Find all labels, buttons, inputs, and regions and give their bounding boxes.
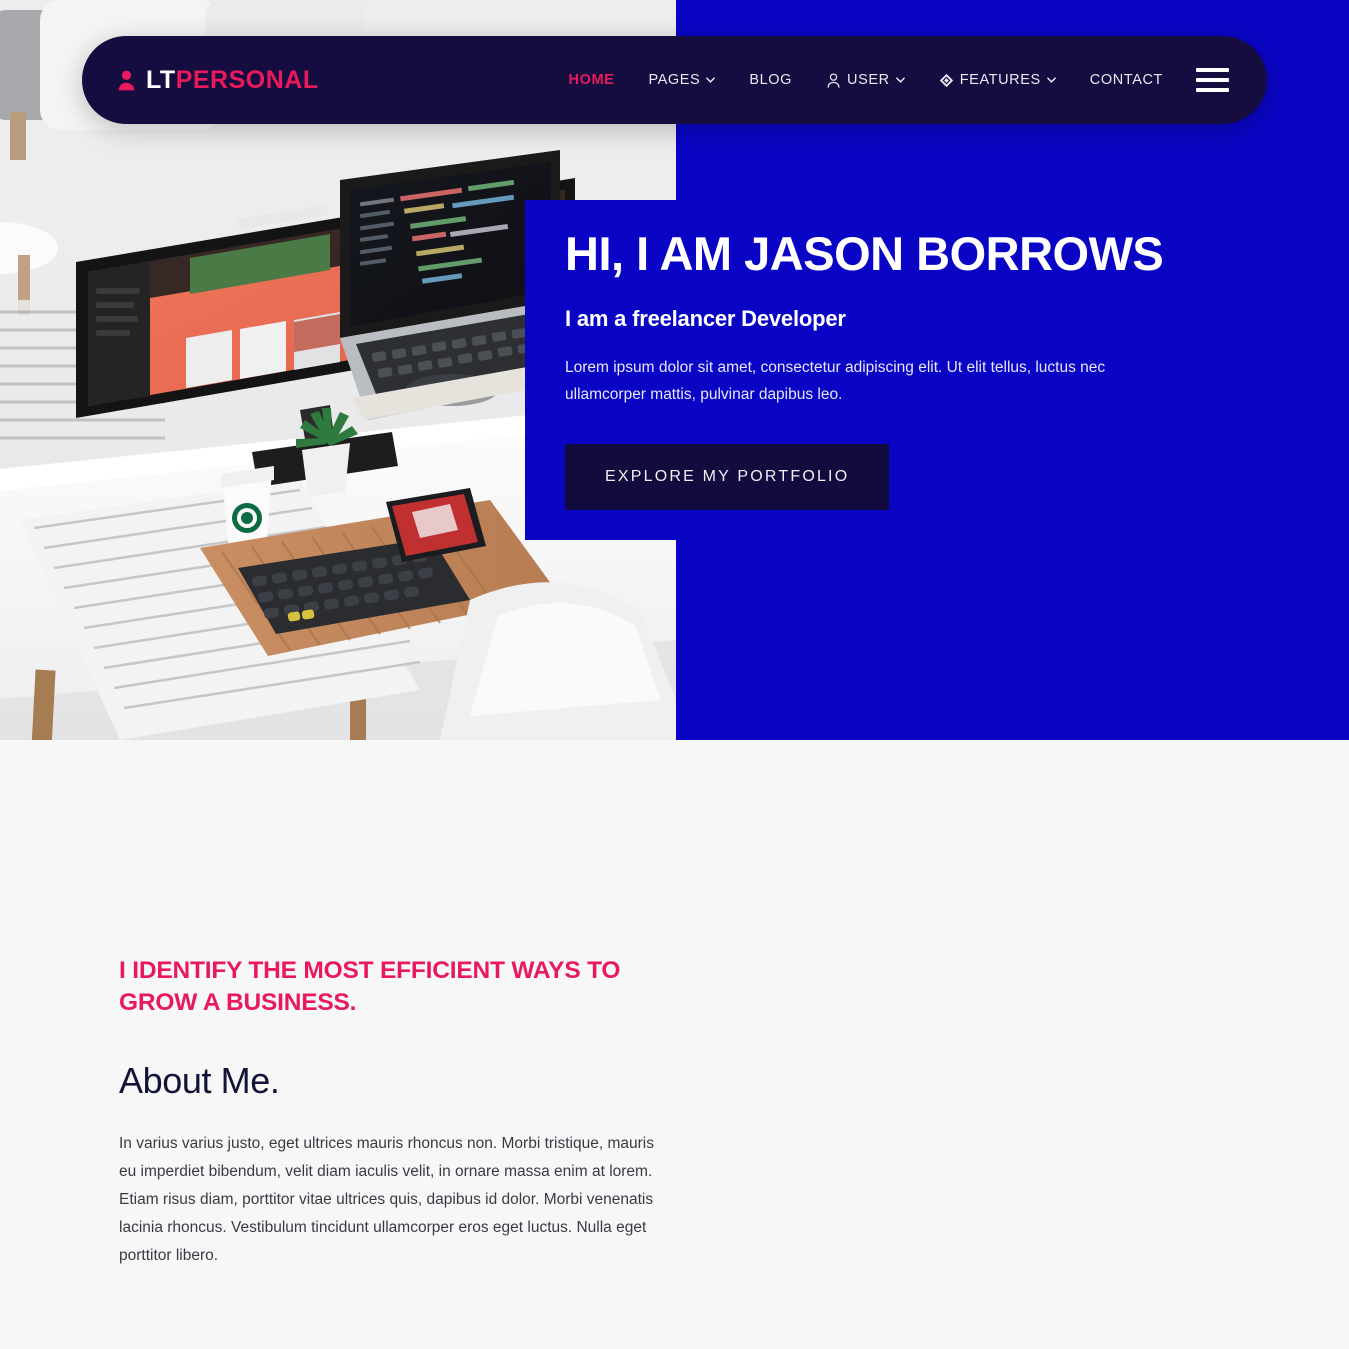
nav-label: HOME [568,72,615,88]
about-section: I IDENTIFY THE MOST EFFICIENT WAYS TO GR… [0,740,1349,1349]
nav-links: HOME PAGES BLOG USER FEATURES CONTACT [552,68,1237,92]
chevron-down-icon [706,77,716,83]
hero-subtitle: I am a freelancer Developer [565,305,846,331]
nav-item-features[interactable]: FEATURES [922,72,1073,88]
nav-item-contact[interactable]: CONTACT [1073,72,1180,88]
about-kicker: I IDENTIFY THE MOST EFFICIENT WAYS TO GR… [119,957,621,1017]
explore-portfolio-button[interactable]: EXPLORE MY PORTFOLIO [565,443,890,510]
nav-label: FEATURES [959,72,1041,88]
nav-label: CONTACT [1089,72,1163,88]
hero-description: Lorem ipsum dolor sit amet, consectetur … [565,358,1106,403]
nav-label: USER [847,72,890,88]
hero-section: HI, I AM JASON BORROWS I am a freelancer… [0,0,1349,740]
user-icon [827,72,840,88]
gem-icon [939,73,953,87]
hero-title: HI, I AM JASON BORROWS [565,227,1164,280]
brand-personal: PERSONAL [175,65,319,94]
hero-text-panel: HI, I AM JASON BORROWS I am a freelancer… [525,200,1349,540]
about-title: About Me. [119,1059,280,1101]
nav-item-home[interactable]: HOME [552,72,632,88]
menu-bar [1196,88,1229,92]
user-icon [118,70,135,90]
menu-bar [1196,78,1229,82]
chevron-down-icon [1046,77,1056,83]
nav-label: BLOG [749,72,793,88]
brand-logo[interactable]: LTPERSONAL [118,66,319,95]
nav-label: PAGES [648,72,701,88]
nav-item-blog[interactable]: BLOG [732,72,809,88]
brand-lt: LT [146,65,176,94]
about-text-column: I IDENTIFY THE MOST EFFICIENT WAYS TO GR… [119,955,679,1271]
nav-item-pages[interactable]: PAGES [631,72,732,88]
about-body: In varius varius justo, eget ultrices ma… [119,1134,654,1265]
navbar: LTPERSONAL HOME PAGES BLOG USER FEATURES… [82,36,1267,124]
chevron-down-icon [895,77,905,83]
nav-item-user[interactable]: USER [809,72,922,88]
menu-bar [1196,68,1229,72]
menu-icon[interactable] [1196,68,1229,92]
page-root: HI, I AM JASON BORROWS I am a freelancer… [0,0,1349,1349]
